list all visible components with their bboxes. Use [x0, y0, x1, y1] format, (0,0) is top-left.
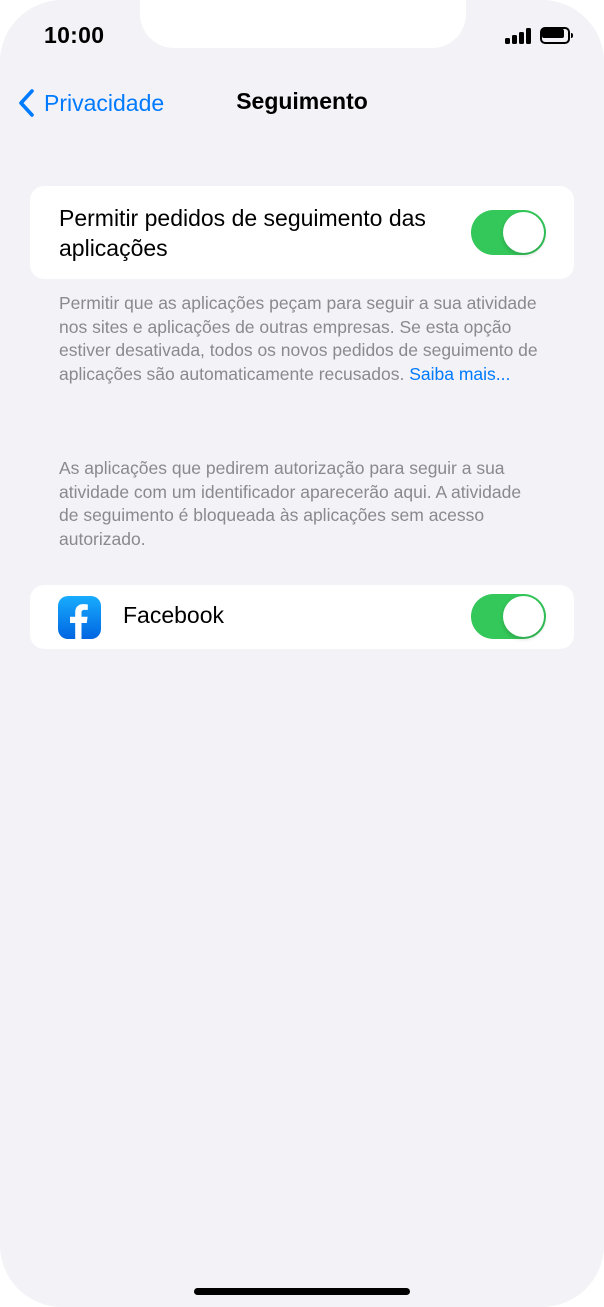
tracking-settings-card: Permitir pedidos de seguimento das aplic… — [30, 186, 574, 279]
apps-list-card: Facebook — [30, 585, 574, 649]
page-title: Seguimento — [236, 88, 368, 114]
battery-icon — [540, 27, 573, 44]
allow-tracking-requests-toggle[interactable] — [471, 210, 546, 255]
tracking-toggle-label: Permitir pedidos de seguimento das aplic… — [59, 205, 426, 261]
phone-screen: 10:00 Privacidade Seguimento Permitir pe… — [0, 0, 604, 1307]
toggle-knob — [503, 212, 544, 253]
facebook-icon — [58, 596, 101, 639]
tracking-explanation: Permitir que as aplicações peçam para se… — [59, 292, 545, 386]
notch — [140, 0, 466, 48]
home-indicator[interactable] — [194, 1288, 410, 1295]
cellular-signal-icon — [505, 28, 533, 44]
app-name: Facebook — [123, 602, 225, 628]
toggle-knob — [503, 596, 544, 637]
learn-more-link[interactable]: Saiba mais... — [409, 364, 510, 384]
apps-list-explanation: As aplicações que pedirem autorização pa… — [59, 458, 522, 549]
status-time: 10:00 — [44, 22, 105, 48]
facebook-tracking-toggle[interactable] — [471, 594, 546, 639]
